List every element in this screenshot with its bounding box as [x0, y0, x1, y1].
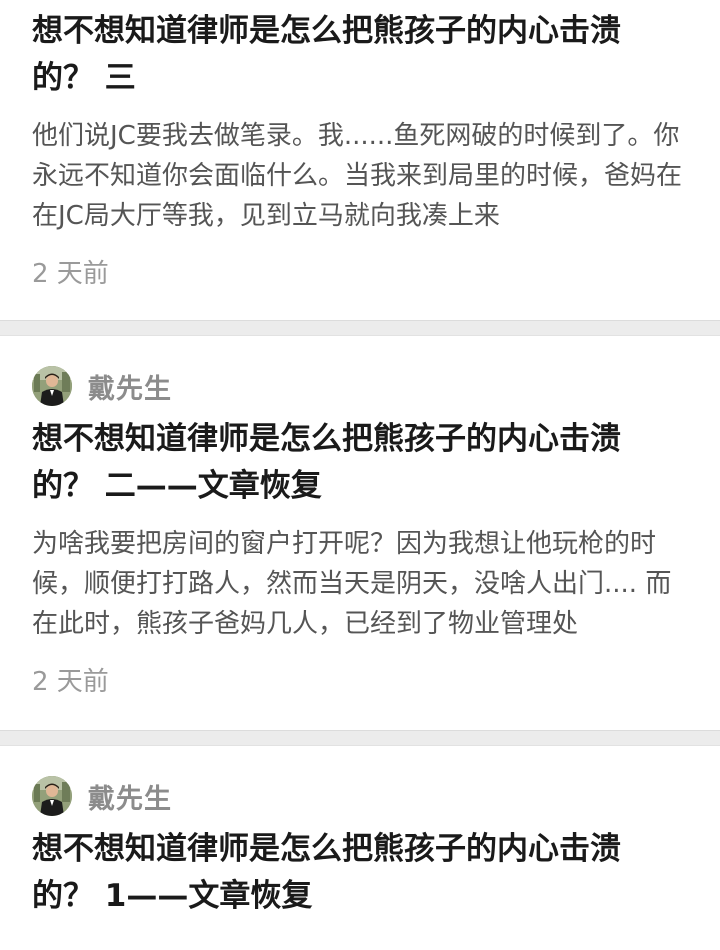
article-card[interactable]: 戴先生 想不想知道律师是怎么把熊孩子的内心击溃 的？ 1——文章恢复 [0, 746, 720, 950]
article-timestamp: 2 天前 [32, 667, 109, 697]
article-excerpt[interactable]: 为啥我要把房间的窗户打开呢？因为我想让他玩枪的时候，顺便打打路人，然而当天是阴天… [32, 524, 688, 644]
article-card[interactable]: 想不想知道律师是怎么把熊孩子的内心击溃 的？ 三 他们说JC要我去做笔录。我..… [0, 0, 720, 320]
user-photo-avatar-icon [32, 366, 72, 406]
card-separator [0, 730, 720, 746]
author-row[interactable]: 戴先生 [32, 366, 688, 406]
card-separator [0, 320, 720, 336]
user-photo-avatar-icon [32, 776, 72, 816]
article-title[interactable]: 想不想知道律师是怎么把熊孩子的内心击溃 的？ 1——文章恢复 [32, 826, 688, 920]
article-feed: 想不想知道律师是怎么把熊孩子的内心击溃 的？ 三 他们说JC要我去做笔录。我..… [0, 0, 720, 950]
article-title[interactable]: 想不想知道律师是怎么把熊孩子的内心击溃 的？ 三 [32, 8, 688, 102]
article-title[interactable]: 想不想知道律师是怎么把熊孩子的内心击溃 的？ 二——文章恢复 [32, 416, 688, 510]
avatar[interactable] [32, 776, 72, 816]
author-name[interactable]: 戴先生 [88, 777, 172, 816]
article-excerpt[interactable]: 他们说JC要我去做笔录。我......鱼死网破的时候到了。你永远不知道你会面临什… [32, 116, 688, 236]
author-name[interactable]: 戴先生 [88, 367, 172, 406]
article-timestamp: 2 天前 [32, 259, 109, 289]
author-row[interactable]: 戴先生 [32, 776, 688, 816]
avatar[interactable] [32, 366, 72, 406]
article-card[interactable]: 戴先生 想不想知道律师是怎么把熊孩子的内心击溃 的？ 二——文章恢复 为啥我要把… [0, 336, 720, 730]
